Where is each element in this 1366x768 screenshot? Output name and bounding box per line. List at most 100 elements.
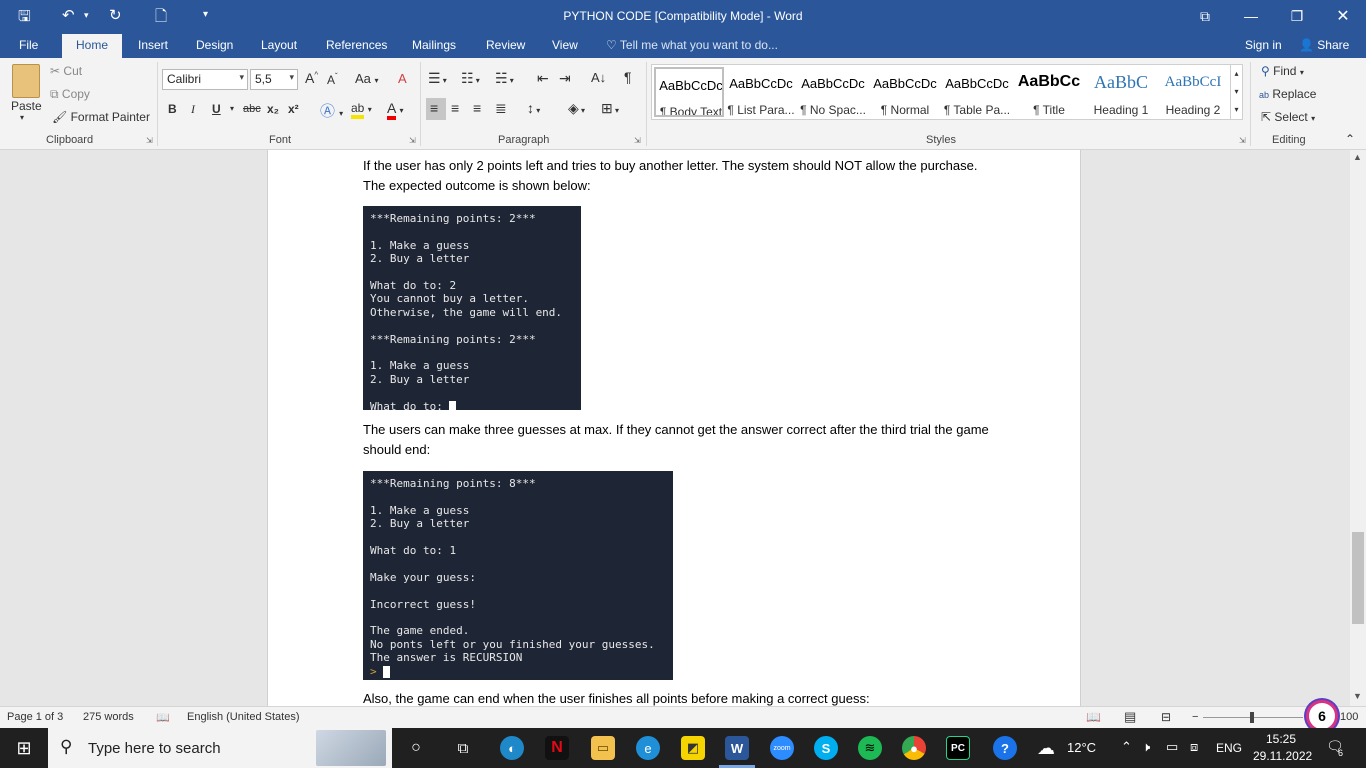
subscript-button[interactable]: x₂ — [267, 102, 279, 116]
scroll-up-icon[interactable]: ▲ — [1353, 152, 1362, 162]
network-icon[interactable]: ▭ — [1166, 739, 1178, 755]
volume-icon[interactable]: 🕨 — [1142, 739, 1150, 755]
line-spacing-icon[interactable]: ↕ ▾ — [527, 100, 540, 116]
file-explorer-icon[interactable]: ▭ — [591, 736, 615, 760]
align-right-icon[interactable]: ≡ — [473, 100, 481, 116]
zoom-slider-thumb[interactable] — [1250, 712, 1254, 723]
tab-file[interactable]: File — [19, 38, 38, 52]
underline-button[interactable]: U — [212, 102, 221, 116]
ribbon-display-options-icon[interactable]: ⧉ — [1182, 0, 1228, 32]
read-mode-icon[interactable]: 📖 — [1086, 710, 1101, 724]
cut-button[interactable]: ✂ Cut — [50, 64, 82, 78]
sort-icon[interactable]: A↓ — [591, 70, 606, 85]
restore-button[interactable]: ❐ — [1274, 0, 1320, 32]
tab-review[interactable]: Review — [486, 38, 525, 52]
underline-dropdown-icon[interactable]: ▾ — [230, 104, 234, 113]
bullets-icon[interactable]: ☰ ▾ — [428, 70, 447, 87]
italic-button[interactable]: I — [191, 102, 195, 117]
paragraph-1[interactable]: If the user has only 2 points left and t… — [363, 156, 1003, 196]
app-icon[interactable]: ◐ — [500, 736, 524, 760]
sticky-notes-icon[interactable]: ◩ — [681, 736, 705, 760]
style-normal[interactable]: AaBbCcDc ¶ Normal — [870, 67, 940, 117]
skype-icon[interactable]: S — [814, 736, 838, 760]
clear-formatting-button[interactable]: A — [398, 71, 407, 86]
increase-indent-icon[interactable]: ⇥ — [559, 70, 571, 87]
weather-cloud-icon[interactable]: ☁ — [1034, 736, 1058, 760]
paragraph-2[interactable]: The users can make three guesses at max.… — [363, 420, 1003, 460]
help-icon[interactable]: ? — [993, 736, 1017, 760]
cortana-icon[interactable]: ○ — [404, 736, 428, 760]
style-no-spacing[interactable]: AaBbCcDc ¶ No Spac... — [798, 67, 868, 117]
display-icon[interactable]: ⧈ — [1190, 739, 1198, 755]
paste-icon[interactable] — [12, 64, 40, 98]
style-table-paragraph[interactable]: AaBbCcDc ¶ Table Pa... — [942, 67, 1012, 117]
decrease-indent-icon[interactable]: ⇤ — [537, 70, 549, 87]
scroll-thumb[interactable] — [1352, 532, 1364, 624]
font-name-combo[interactable]: Calibri ▾ — [162, 69, 248, 90]
show-hidden-icons-icon[interactable]: ⌃ — [1121, 739, 1132, 755]
tab-layout[interactable]: Layout — [261, 38, 297, 52]
pycharm-icon[interactable]: PC — [946, 736, 970, 760]
highlight-button[interactable]: ab ▾ — [351, 101, 372, 119]
styles-scroll[interactable]: ▴ ▾ ▾ — [1230, 65, 1242, 119]
clipboard-launcher-icon[interactable]: ⇲ — [146, 136, 153, 145]
windows-start-icon[interactable]: ⊞ — [12, 736, 36, 760]
show-formatting-icon[interactable]: ¶ — [624, 69, 632, 85]
weather-temperature[interactable]: 12°C — [1067, 740, 1096, 755]
justify-icon[interactable]: ≣ — [495, 100, 507, 117]
shrink-font-button[interactable]: Aˇ — [327, 72, 338, 87]
scroll-down-icon[interactable]: ▼ — [1353, 691, 1362, 701]
multilevel-list-icon[interactable]: ☵ ▾ — [495, 70, 514, 87]
document-page[interactable]: If the user has only 2 points left and t… — [267, 150, 1081, 706]
minimize-button[interactable]: — — [1228, 0, 1274, 32]
page-count[interactable]: Page 1 of 3 — [7, 711, 63, 723]
select-button[interactable]: ⇱ Select ▾ — [1261, 110, 1315, 124]
style-heading-1[interactable]: AaBbC Heading 1 — [1086, 67, 1156, 117]
replace-button[interactable]: ab Replace — [1259, 87, 1316, 101]
task-view-icon[interactable]: ⧉ — [451, 736, 475, 760]
zoom-icon[interactable]: zoom — [770, 736, 794, 760]
find-button[interactable]: ⚲ Find ▾ — [1261, 64, 1304, 78]
edge-icon[interactable]: e — [636, 736, 660, 760]
strikethrough-button[interactable]: abc — [243, 103, 261, 115]
paragraph-3[interactable]: Also, the game can end when the user fin… — [363, 689, 1003, 706]
format-painter-button[interactable]: 🖌 Format Painter — [52, 110, 150, 124]
style-heading-2[interactable]: AaBbCcI Heading 2 — [1158, 67, 1228, 117]
styles-launcher-icon[interactable]: ⇲ — [1239, 136, 1246, 145]
print-layout-icon[interactable]: ▤ — [1124, 709, 1136, 725]
style-body-text[interactable]: AaBbCcDc ¶ Body Text — [654, 67, 724, 117]
align-center-icon[interactable]: ≡ — [451, 100, 459, 116]
clock-time[interactable]: 15:25 — [1266, 732, 1296, 746]
taskbar-search-box[interactable]: ⚲ Type here to search — [48, 728, 392, 768]
grow-font-button[interactable]: A^ — [305, 70, 318, 86]
document-area[interactable]: If the user has only 2 points left and t… — [0, 150, 1350, 706]
superscript-button[interactable]: x² — [288, 102, 299, 116]
spotify-icon[interactable]: ≋ — [858, 736, 882, 760]
font-launcher-icon[interactable]: ⇲ — [409, 136, 416, 145]
text-effects-button[interactable]: Ⓐ ▾ — [320, 100, 343, 121]
style-list-paragraph[interactable]: AaBbCcDc ¶ List Para... — [726, 67, 796, 117]
sign-in-link[interactable]: Sign in — [1245, 38, 1282, 52]
vertical-scrollbar[interactable]: ▲ ▼ — [1350, 150, 1366, 706]
paste-dropdown-icon[interactable]: ▾ — [20, 113, 24, 122]
share-button[interactable]: 👤 Share — [1299, 38, 1349, 52]
language-indicator[interactable]: English (United States) — [187, 711, 300, 723]
word-icon[interactable]: W — [725, 736, 749, 760]
zoom-out-icon[interactable]: − — [1192, 711, 1198, 723]
paragraph-launcher-icon[interactable]: ⇲ — [634, 136, 641, 145]
bold-button[interactable]: B — [168, 102, 177, 116]
copy-button[interactable]: ⧉ Copy — [50, 87, 90, 102]
proofing-icon[interactable]: 📖 — [156, 711, 170, 724]
borders-icon[interactable]: ⊞ ▾ — [601, 100, 619, 117]
chrome-icon[interactable]: ● — [902, 736, 926, 760]
clock-date[interactable]: 29.11.2022 — [1253, 749, 1312, 763]
tab-insert[interactable]: Insert — [138, 38, 168, 52]
numbering-icon[interactable]: ☷ ▾ — [461, 70, 480, 87]
collapse-ribbon-icon[interactable]: ⌃ — [1345, 132, 1355, 146]
change-case-button[interactable]: Aa ▾ — [355, 71, 379, 86]
font-color-button[interactable]: A ▾ — [387, 100, 403, 120]
font-size-combo[interactable]: 5,5 ▾ — [250, 69, 298, 90]
web-layout-icon[interactable]: ⊟ — [1161, 710, 1171, 724]
word-count[interactable]: 275 words — [83, 711, 134, 723]
tab-design[interactable]: Design — [196, 38, 233, 52]
